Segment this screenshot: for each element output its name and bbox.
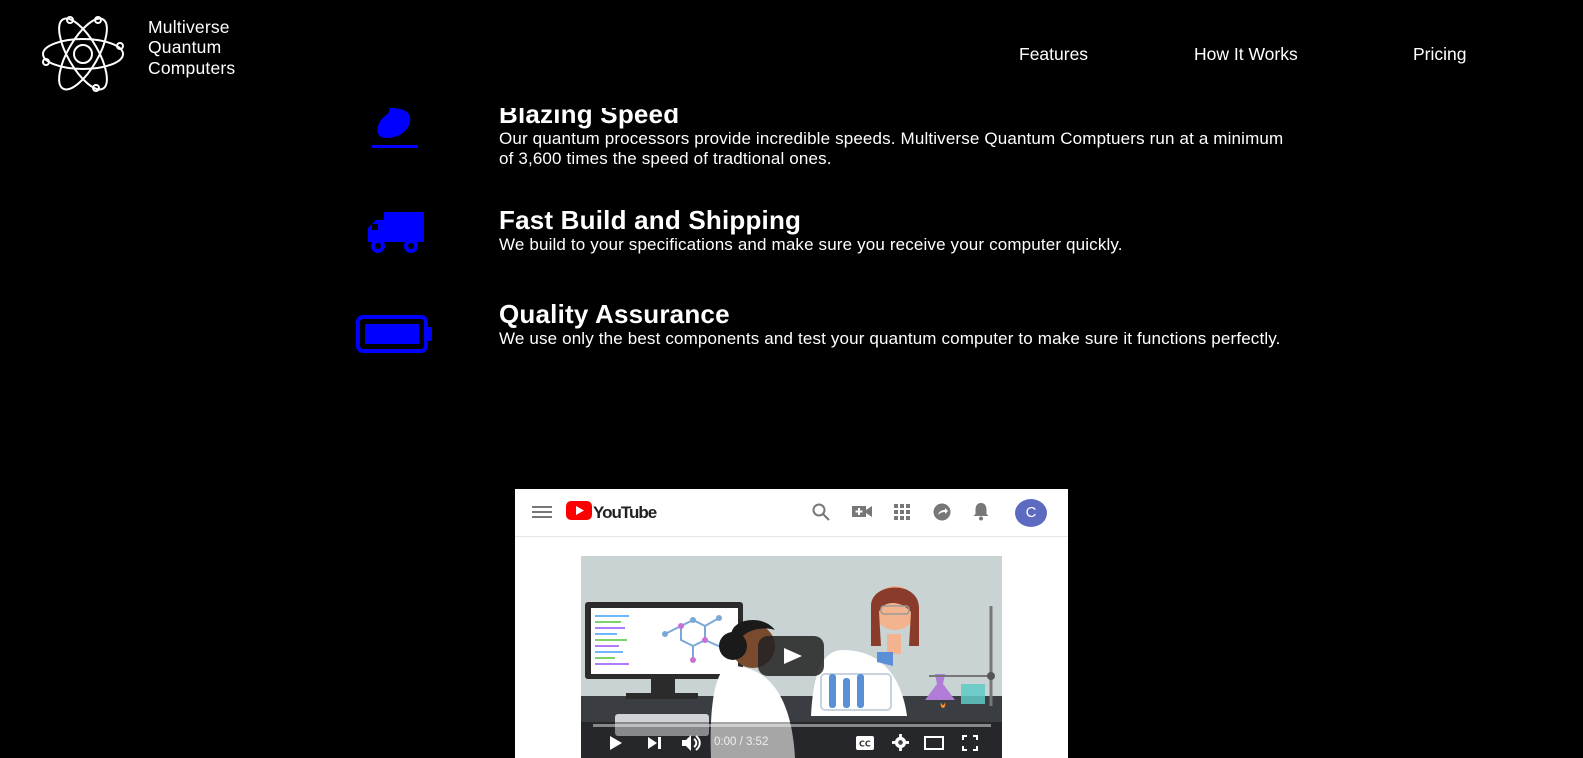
youtube-logo-icon[interactable]	[566, 501, 592, 520]
brand-line: Quantum	[148, 37, 222, 58]
landing-page: Multiverse Quantum Computers Features Ho…	[0, 0, 1583, 758]
messages-icon[interactable]	[933, 503, 951, 521]
apps-grid-icon[interactable]	[894, 504, 910, 520]
account-avatar[interactable]: C	[1015, 499, 1047, 527]
feature-item: Blazing Speed Our quantum processors pro…	[499, 99, 1299, 170]
feature-title: Quality Assurance	[499, 299, 730, 329]
nav-link-pricing[interactable]: Pricing	[1413, 44, 1467, 65]
feature-description: We use only the best components and test…	[499, 329, 1281, 348]
site-header: Multiverse Quantum Computers Features Ho…	[0, 0, 1583, 108]
menu-icon[interactable]	[532, 505, 552, 519]
brand-line: Computers	[148, 57, 236, 78]
video-progress-bar[interactable]	[593, 724, 991, 727]
atom-logo-icon[interactable]	[40, 14, 126, 94]
youtube-wordmark[interactable]: YouTube	[593, 503, 657, 523]
brand-line: Multiverse	[148, 17, 230, 37]
battery-icon	[356, 315, 432, 353]
next-icon[interactable]	[647, 736, 662, 750]
video-player[interactable]: 0:00 / 3:52 CC	[581, 556, 1002, 758]
create-video-icon[interactable]	[852, 504, 872, 519]
settings-gear-icon[interactable]	[892, 734, 909, 751]
nav-link-features[interactable]: Features	[1019, 44, 1088, 65]
feature-item: Fast Build and Shipping We build to your…	[499, 205, 1299, 255]
youtube-topbar: YouTube C	[515, 489, 1068, 537]
search-icon[interactable]	[812, 503, 830, 521]
large-play-button[interactable]	[758, 636, 824, 676]
truck-icon	[368, 212, 424, 253]
volume-icon[interactable]	[681, 734, 701, 752]
theater-mode-icon[interactable]	[924, 736, 944, 750]
notifications-bell-icon[interactable]	[973, 502, 989, 521]
fire-icon	[372, 108, 418, 148]
feature-description: Our quantum processors provide incredibl…	[499, 129, 1284, 169]
nav-link-how-it-works[interactable]: How It Works	[1194, 44, 1298, 65]
feature-description: We build to your specifications and make…	[499, 235, 1123, 254]
feature-item: Quality Assurance We use only the best c…	[499, 299, 1299, 349]
captions-icon[interactable]: CC	[856, 736, 874, 750]
play-icon[interactable]	[609, 735, 623, 751]
video-embed[interactable]: YouTube C 0:00 / 3:52 CC	[515, 489, 1068, 758]
fullscreen-icon[interactable]	[962, 735, 978, 751]
brand-name: Multiverse Quantum Computers	[148, 17, 235, 78]
video-time: 0:00 / 3:52	[714, 736, 769, 748]
feature-title: Fast Build and Shipping	[499, 205, 802, 235]
svg-text:CC: CC	[859, 740, 871, 749]
